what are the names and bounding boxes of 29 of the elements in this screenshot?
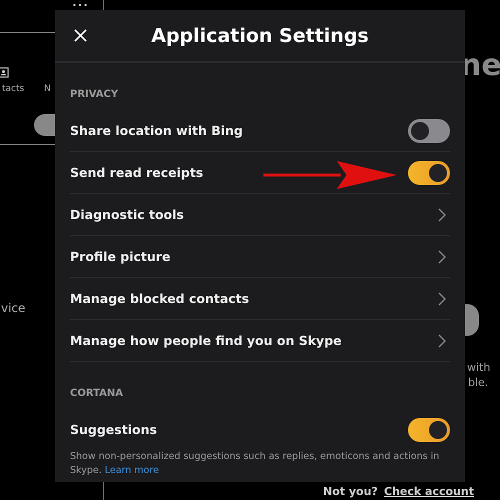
toggle-switch[interactable] <box>408 118 450 142</box>
tab-label[interactable]: N <box>44 84 51 94</box>
close-icon[interactable] <box>74 29 87 42</box>
learn-more-link[interactable]: Learn more <box>104 465 159 476</box>
chevron-icon[interactable] <box>438 250 446 264</box>
setting-label: Suggestions <box>70 422 157 437</box>
tab-label[interactable]: tacts <box>2 84 24 94</box>
panel-text: ble. <box>468 376 488 389</box>
contacts-icon[interactable] <box>0 67 9 78</box>
setting-description: Show non-personalized suggestions such as replies, emoticons and actions in Skype. Learn more <box>70 450 440 478</box>
section-heading: PRIVACY <box>70 88 120 102</box>
toggle-switch[interactable] <box>408 160 450 184</box>
setting-label[interactable]: Manage blocked contacts <box>70 291 250 306</box>
setting-label: Send read receipts <box>70 165 204 180</box>
setting-label[interactable]: Diagnostic tools <box>70 207 184 222</box>
toggle-switch[interactable] <box>408 418 450 442</box>
footer-text: Not you? <box>323 485 378 498</box>
setting-label[interactable]: Profile picture <box>70 249 170 264</box>
dialog-title: Application Settings <box>151 24 369 46</box>
chevron-icon[interactable] <box>438 208 446 222</box>
chevron-icon[interactable] <box>438 334 446 348</box>
panel-text: vice <box>1 301 26 315</box>
section-heading: CORTANA <box>70 387 124 401</box>
chevron-icon[interactable] <box>438 292 446 306</box>
check-account-link[interactable]: Check account <box>384 485 474 498</box>
setting-label[interactable]: Manage how people find you on Skype <box>70 333 342 348</box>
panel-text: with <box>467 361 490 374</box>
more-icon[interactable] <box>73 3 87 7</box>
setting-label: Share location with Bing <box>70 123 243 138</box>
